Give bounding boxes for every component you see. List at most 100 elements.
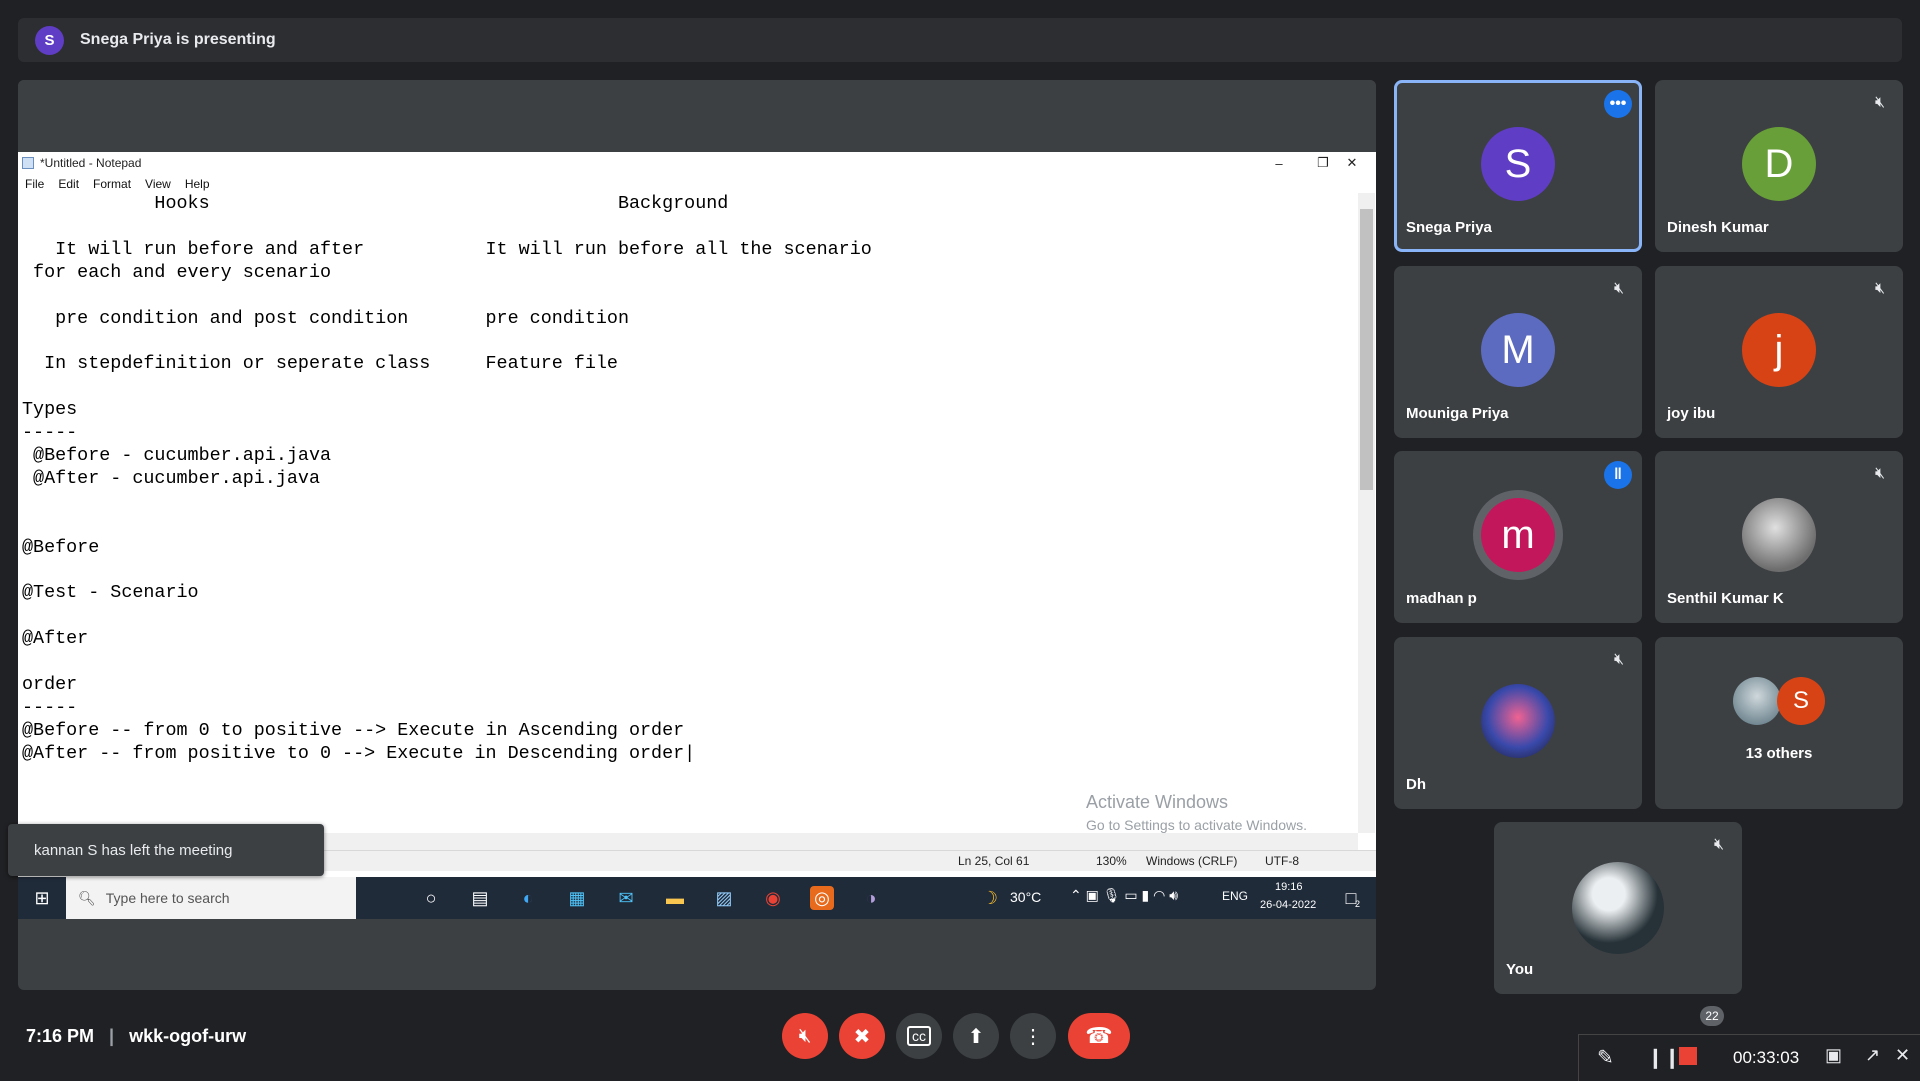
- participant-tile-senthil-kumar-k[interactable]: 🔇︎ Senthil Kumar K: [1655, 451, 1903, 623]
- participant-tile-dinesh-kumar[interactable]: D 🔇︎ Dinesh Kumar: [1655, 80, 1903, 252]
- menu-file[interactable]: File: [25, 177, 44, 191]
- notepad-line: [22, 216, 1357, 239]
- captions-icon: cc: [907, 1026, 931, 1046]
- meeting-info: 7:16 PM | wkk-ogof-urw: [26, 1026, 246, 1047]
- vertical-scrollbar[interactable]: [1358, 193, 1375, 833]
- activate-windows-subtitle: Go to Settings to activate Windows.: [1086, 817, 1307, 833]
- notepad-line: Types: [22, 399, 78, 421]
- others-letter-avatar: S: [1777, 677, 1825, 725]
- notepad-line: [22, 605, 1357, 628]
- more-vert-icon: ⋮: [1023, 1025, 1043, 1048]
- mic-muted-icon: 🔇︎: [1613, 651, 1625, 668]
- participant-name: Dinesh Kumar: [1667, 219, 1769, 236]
- mic-muted-icon: 🔇︎: [1874, 94, 1886, 111]
- windows-taskbar: ⊞ 🔍︎ Type here to search ○ ▤ ◐ ▦ ✉ ▬ ▨ ◉…: [18, 877, 1376, 919]
- taskbar-search-placeholder: Type here to search: [105, 890, 230, 906]
- participant-name: madhan p: [1406, 590, 1477, 607]
- more-options-button[interactable]: ⋮: [1010, 1013, 1056, 1059]
- participant-tile-dh[interactable]: 🔇︎ Dh: [1394, 637, 1642, 809]
- meeting-code[interactable]: wkk-ogof-urw: [129, 1026, 246, 1046]
- participant-tile-mouniga-priya[interactable]: M 🔇︎ Mouniga Priya: [1394, 266, 1642, 438]
- participant-avatar: D: [1742, 127, 1816, 201]
- language-indicator[interactable]: ENG: [1222, 889, 1248, 903]
- notepad-line: @After - cucumber.api.java: [22, 467, 320, 489]
- camera-toggle-button[interactable]: ✖: [839, 1013, 885, 1059]
- eclipse-icon[interactable]: ◑: [859, 886, 883, 910]
- notepad-title: *Untitled - Notepad: [40, 156, 142, 170]
- participant-tile-others[interactable]: S 13 others: [1655, 637, 1903, 809]
- file-explorer-icon[interactable]: ▬: [663, 886, 687, 910]
- mic-muted-icon: 🔇︎: [1874, 280, 1886, 297]
- pen-icon[interactable]: ✎: [1597, 1045, 1614, 1070]
- store-icon[interactable]: ▦: [565, 886, 589, 910]
- chrome-icon[interactable]: ◉: [761, 886, 785, 910]
- notepad-line: Hooks Background: [22, 193, 729, 214]
- encoding: UTF-8: [1265, 854, 1299, 868]
- end-call-icon: ☎︎: [1085, 1023, 1113, 1048]
- menu-help[interactable]: Help: [185, 177, 210, 191]
- captions-button[interactable]: cc: [896, 1013, 942, 1059]
- presenting-banner: S Snega Priya is presenting: [18, 18, 1902, 62]
- participant-photo-avatar: [1742, 498, 1816, 572]
- notepad-line: @After: [22, 628, 89, 650]
- notepad-line: [22, 560, 1357, 583]
- meeting-time: 7:16 PM: [26, 1026, 95, 1046]
- tray-icons[interactable]: ⌃ ▣ 🎙︎ ▭ ▮ ◠ 🔊︎: [1070, 887, 1178, 904]
- presenter-avatar: S: [35, 25, 64, 55]
- zoom-level: 130%: [1096, 854, 1127, 868]
- notepad-line: -----: [22, 696, 78, 718]
- participant-tile-you[interactable]: 🔇︎ You: [1494, 822, 1742, 994]
- participant-tile-madhan-p[interactable]: m ‖ madhan p: [1394, 451, 1642, 623]
- participant-name: Senthil Kumar K: [1667, 590, 1784, 607]
- menu-edit[interactable]: Edit: [58, 177, 79, 191]
- participant-name: Mouniga Priya: [1406, 405, 1509, 422]
- mic-toggle-button[interactable]: 🔇︎: [782, 1013, 828, 1059]
- taskbar-time[interactable]: 19:16: [1275, 881, 1303, 893]
- camera-off-icon: ✖: [853, 1025, 871, 1048]
- end-call-button[interactable]: ☎︎: [1068, 1013, 1130, 1059]
- menu-format[interactable]: Format: [93, 177, 131, 191]
- participant-avatar: j: [1742, 313, 1816, 387]
- more-options-icon[interactable]: •••: [1604, 90, 1632, 118]
- notepad-line: for each and every scenario: [22, 261, 332, 283]
- participant-name: Snega Priya: [1406, 219, 1492, 236]
- activate-windows-watermark: Activate Windows Go to Settings to activ…: [1086, 792, 1307, 833]
- taskbar-date[interactable]: 26-04-2022: [1260, 899, 1316, 911]
- notepad-app-icon: [22, 157, 34, 169]
- menu-view[interactable]: View: [145, 177, 171, 191]
- weather-icon: ☽: [981, 887, 999, 908]
- notepad-text-area[interactable]: Hooks Background It will run before and …: [22, 193, 1357, 833]
- search-icon: 🔍︎: [78, 889, 96, 906]
- present-button[interactable]: ⬆: [953, 1013, 999, 1059]
- present-screen-icon: ⬆: [967, 1025, 985, 1048]
- notepad-line: It will run before and after It will run…: [22, 238, 872, 260]
- cortana-icon[interactable]: ○: [419, 886, 443, 910]
- windows-start-icon[interactable]: ⊞: [30, 886, 54, 910]
- notepad-line: @Before -- from 0 to positive --> Execut…: [22, 719, 685, 741]
- notepad-taskbar-icon[interactable]: ▨: [712, 886, 736, 910]
- participant-name: joy ibu: [1667, 405, 1716, 422]
- notepad-line: @Before: [22, 536, 100, 558]
- cursor-position: Ln 25, Col 61: [958, 854, 1030, 868]
- minimize-icon[interactable]: –: [1257, 152, 1301, 174]
- stop-record-icon[interactable]: [1679, 1047, 1697, 1065]
- taskbar-search-box[interactable]: 🔍︎ Type here to search: [66, 877, 356, 919]
- edit-icon[interactable]: ↗: [1865, 1045, 1880, 1066]
- participant-count-badge: 22: [1700, 1006, 1724, 1026]
- task-view-icon[interactable]: ▤: [468, 886, 492, 910]
- close-recorder-icon[interactable]: ✕: [1895, 1045, 1910, 1066]
- vertical-scroll-thumb[interactable]: [1360, 209, 1373, 490]
- edge-icon[interactable]: ◐: [516, 886, 540, 910]
- pause-icon[interactable]: ❙❙: [1647, 1045, 1681, 1070]
- participant-avatar: S: [1481, 127, 1555, 201]
- camera-snapshot-icon[interactable]: ▣: [1825, 1045, 1842, 1066]
- mail-icon[interactable]: ✉: [614, 886, 638, 910]
- app-orange-icon[interactable]: ◎: [810, 886, 834, 910]
- left-meeting-toast: kannan S has left the meeting: [8, 824, 324, 876]
- notepad-line: In stepdefinition or seperate class Feat…: [22, 353, 618, 375]
- participant-tile-joy-ibu[interactable]: j 🔇︎ joy ibu: [1655, 266, 1903, 438]
- close-icon[interactable]: ✕: [1330, 152, 1374, 174]
- participant-tile-snega-priya[interactable]: S ••• Snega Priya: [1394, 80, 1642, 252]
- notepad-window: *Untitled - Notepad – ❐ ✕ File Edit Form…: [18, 152, 1376, 877]
- people-button[interactable]: 22: [1700, 996, 1728, 1026]
